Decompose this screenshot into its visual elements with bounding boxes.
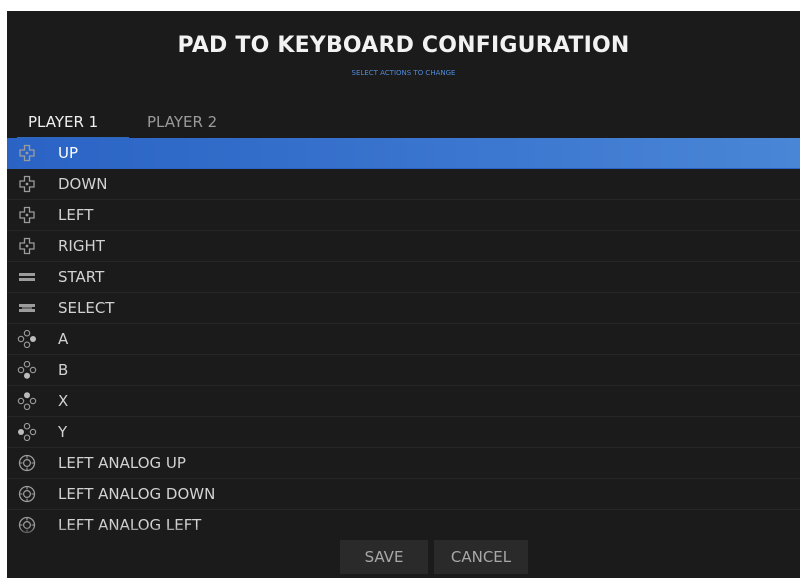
analog-stick-icon bbox=[17, 485, 37, 503]
action-row[interactable]: LEFT ANALOG DOWN bbox=[7, 479, 800, 510]
action-label: B bbox=[58, 361, 69, 379]
action-row[interactable]: SELECT bbox=[7, 293, 800, 324]
dpad-icon bbox=[17, 237, 37, 255]
player-tabs: PLAYER 1 PLAYER 2 bbox=[7, 107, 800, 140]
analog-stick-icon bbox=[17, 516, 37, 534]
action-label: RIGHT bbox=[58, 237, 105, 255]
action-list[interactable]: UP DOWN LEFT RIGHT START SELECT A B X Y LEFT ANALO… bbox=[7, 138, 800, 540]
face-button-x-icon bbox=[17, 392, 37, 411]
page-title: PAD TO KEYBOARD CONFIGURATION bbox=[177, 33, 630, 58]
action-label: Y bbox=[58, 423, 68, 441]
start-button-icon bbox=[17, 268, 37, 286]
action-row[interactable]: UP bbox=[7, 138, 800, 169]
action-row[interactable]: A bbox=[7, 324, 800, 355]
action-label: SELECT bbox=[58, 299, 115, 317]
action-label: A bbox=[58, 330, 69, 348]
pad-config-screen: PAD TO KEYBOARD CONFIGURATION SELECT ACT… bbox=[7, 11, 800, 578]
action-label: DOWN bbox=[58, 175, 108, 193]
tab-player-2[interactable]: PLAYER 2 bbox=[147, 107, 217, 137]
action-label: UP bbox=[58, 144, 79, 162]
dpad-icon bbox=[17, 175, 37, 193]
page-subtitle: SELECT ACTIONS TO CHANGE bbox=[351, 69, 456, 77]
tab-player-1[interactable]: PLAYER 1 bbox=[28, 107, 98, 137]
action-row[interactable]: B bbox=[7, 355, 800, 386]
action-row[interactable]: RIGHT bbox=[7, 231, 800, 262]
dpad-icon bbox=[17, 144, 37, 162]
action-row[interactable]: Y bbox=[7, 417, 800, 448]
action-label: LEFT bbox=[58, 206, 94, 224]
analog-stick-icon bbox=[17, 454, 37, 472]
action-label: X bbox=[58, 392, 69, 410]
dpad-icon bbox=[17, 206, 37, 224]
cancel-button[interactable]: CANCEL bbox=[434, 540, 528, 574]
action-row[interactable]: X bbox=[7, 386, 800, 417]
action-row[interactable]: LEFT bbox=[7, 200, 800, 231]
save-button[interactable]: SAVE bbox=[340, 540, 428, 574]
face-button-y-icon bbox=[17, 422, 37, 442]
action-label: START bbox=[58, 268, 105, 286]
select-button-icon bbox=[17, 299, 37, 317]
action-label: LEFT ANALOG UP bbox=[58, 454, 186, 472]
action-row[interactable]: LEFT ANALOG LEFT bbox=[7, 510, 800, 540]
action-row[interactable]: START bbox=[7, 262, 800, 293]
face-button-a-icon bbox=[17, 329, 37, 349]
action-row[interactable]: DOWN bbox=[7, 169, 800, 200]
action-row[interactable]: LEFT ANALOG UP bbox=[7, 448, 800, 479]
action-label: LEFT ANALOG DOWN bbox=[58, 485, 216, 503]
face-button-b-icon bbox=[17, 360, 37, 379]
dialog-footer: SAVE CANCEL bbox=[7, 540, 800, 578]
action-label: LEFT ANALOG LEFT bbox=[58, 516, 202, 534]
